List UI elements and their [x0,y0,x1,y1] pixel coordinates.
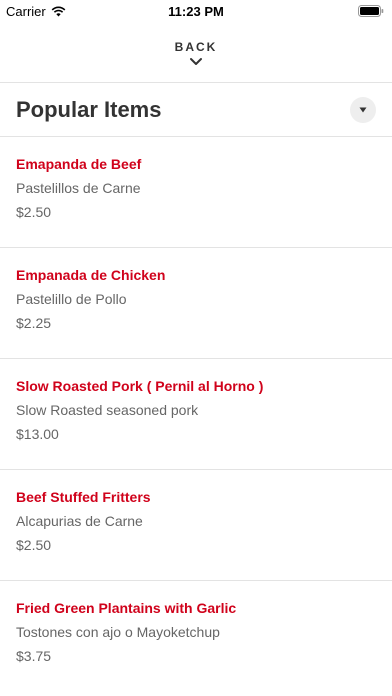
item-name: Beef Stuffed Fritters [16,489,151,505]
status-time: 11:23 PM [168,4,224,19]
item-price: $2.50 [16,204,52,220]
item-price: $13.00 [16,426,59,442]
menu-item[interactable]: Empanada de Chicken Pastelillo de Pollo … [0,247,392,358]
battery-icon [358,5,384,17]
section-title: Popular Items [16,96,162,122]
menu-item[interactable]: Emapanda de Beef Pastelillos de Carne $2… [0,136,392,247]
section-header: Popular Items [0,83,392,136]
section-dropdown-button[interactable] [350,96,376,123]
item-name: Empanada de Chicken [16,267,166,283]
menu-item[interactable]: Fried Green Plantains with Garlic Toston… [0,580,392,691]
item-price: $2.25 [16,315,52,331]
item-description: Slow Roasted seasoned pork [16,402,199,418]
item-name: Slow Roasted Pork ( Pernil al Horno ) [16,378,264,394]
menu-item[interactable]: Beef Stuffed Fritters Alcapurias de Carn… [0,469,392,580]
item-price: $2.50 [16,537,52,553]
item-description: Alcapurias de Carne [16,513,143,529]
item-name: Fried Green Plantains with Garlic [16,600,237,616]
back-button[interactable]: BACK [0,22,392,82]
caret-down-icon [359,107,367,112]
menu-item[interactable]: Slow Roasted Pork ( Pernil al Horno ) Sl… [0,358,392,469]
item-description: Pastelillo de Pollo [16,291,127,307]
item-description: Pastelillos de Carne [16,180,141,196]
status-bar: Carrier 11:23 PM [0,0,392,22]
item-price: $3.75 [16,648,52,664]
item-description: Tostones con ajo o Mayoketchup [16,624,220,640]
chevron-down-icon[interactable] [189,57,203,66]
menu-item-list: Emapanda de Beef Pastelillos de Carne $2… [0,136,392,691]
item-name: Emapanda de Beef [16,156,142,172]
back-label[interactable]: BACK [0,40,392,54]
